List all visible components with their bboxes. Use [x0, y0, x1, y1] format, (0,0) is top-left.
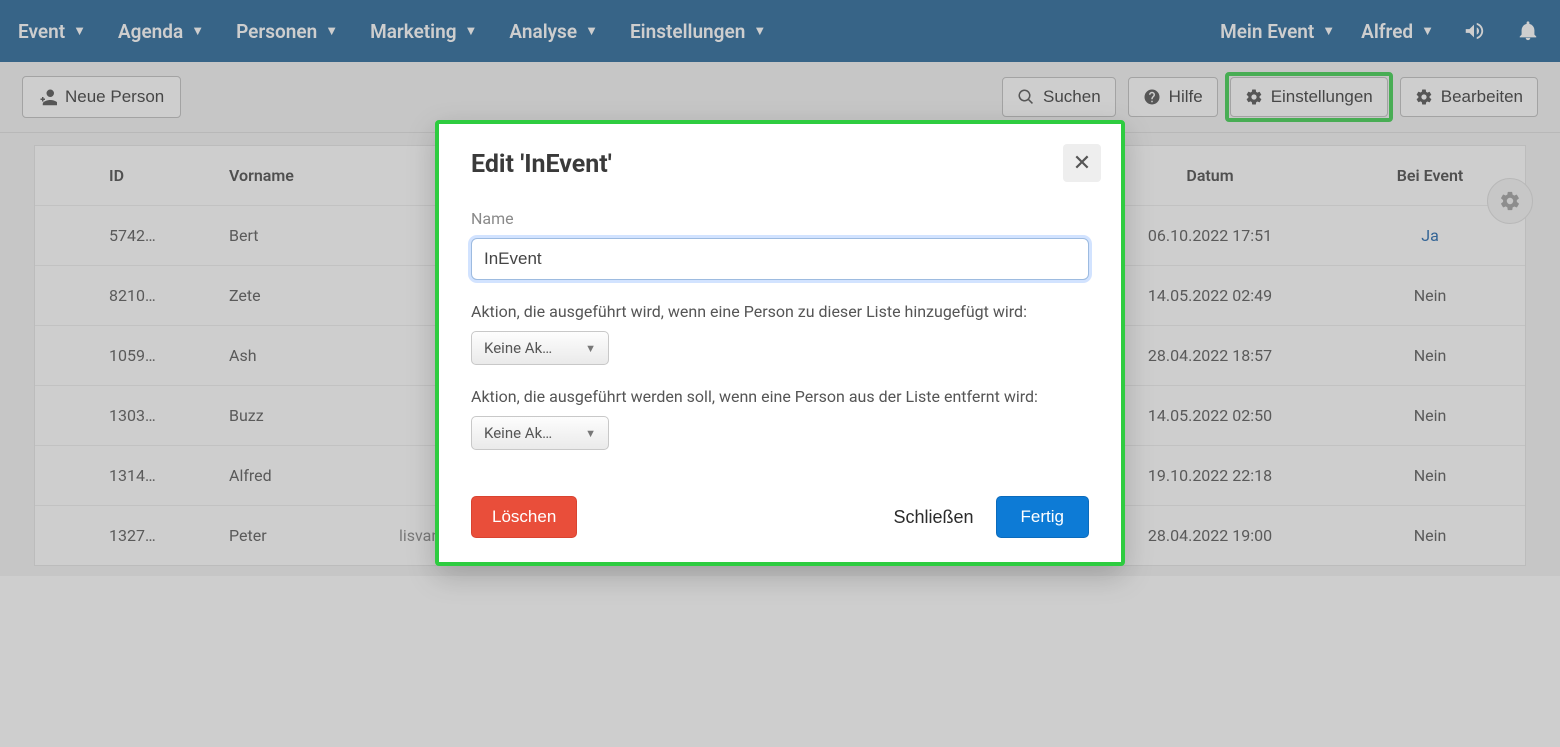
add-action-label: Aktion, die ausgeführt wird, wenn eine P… [471, 302, 1089, 321]
name-label: Name [471, 209, 1089, 228]
edit-list-modal: Edit 'InEvent' ✕ Name Aktion, die ausgef… [435, 120, 1125, 566]
add-action-select[interactable]: Keine Ak… ▼ [471, 331, 609, 365]
close-icon[interactable]: ✕ [1063, 144, 1101, 182]
name-input[interactable] [471, 238, 1089, 280]
remove-action-value: Keine Ak… [484, 424, 552, 442]
chevron-down-icon: ▼ [585, 427, 596, 440]
modal-overlay: Edit 'InEvent' ✕ Name Aktion, die ausgef… [0, 0, 1560, 747]
close-button[interactable]: Schließen [871, 497, 995, 538]
chevron-down-icon: ▼ [585, 342, 596, 355]
done-button[interactable]: Fertig [996, 496, 1089, 538]
add-action-value: Keine Ak… [484, 339, 552, 357]
remove-action-label: Aktion, die ausgeführt werden soll, wenn… [471, 387, 1089, 406]
delete-button[interactable]: Löschen [471, 496, 577, 538]
remove-action-select[interactable]: Keine Ak… ▼ [471, 416, 609, 450]
modal-title: Edit 'InEvent' [471, 150, 1089, 179]
